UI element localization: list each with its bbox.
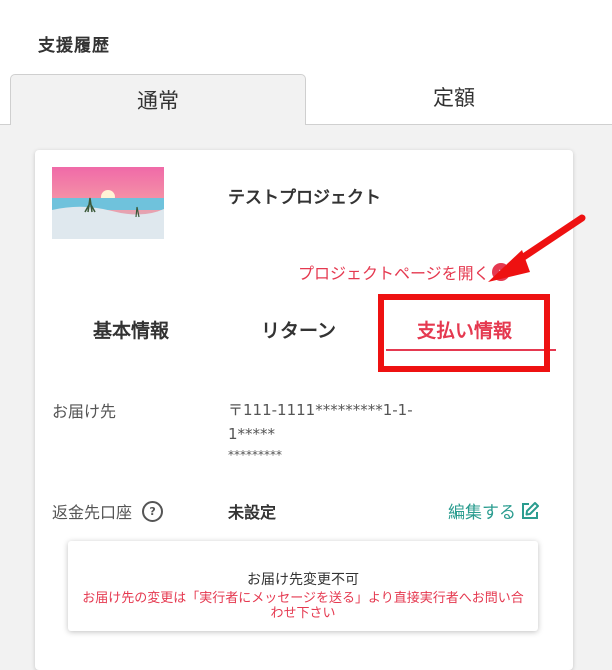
tab-normal[interactable]: 通常 [10,74,306,125]
annotation-arrow-icon [488,214,586,282]
tab-fixed-amount[interactable]: 定額 [306,70,602,124]
project-title: テストプロジェクト [228,188,381,208]
edit-refund-account-link[interactable]: 編集する [448,498,540,523]
notice-body: お届け先の変更は「実行者にメッセージを送る」より直接実行者へお問い合わせ下さい [82,591,524,621]
highlight-box [378,294,550,372]
help-icon[interactable]: ? [142,500,164,522]
subtab-basic-info[interactable]: 基本情報 [93,316,169,343]
address-line-2: 1***** [228,425,276,443]
address-line-1: 〒111-1111*********1-1- [228,401,413,419]
tab-bar: 通常 定額 [0,70,612,125]
address-value: 〒111-1111*********1-1- 1***** ********* [228,398,468,464]
edit-label: 編集する [448,503,516,523]
edit-icon [522,501,539,519]
refund-account-label: 返金先口座 [52,503,133,522]
open-project-page-label: プロジェクトページを開く [298,264,490,283]
subtab-return[interactable]: リターン [261,316,336,343]
page-title: 支援履歴 [38,36,110,56]
project-thumbnail[interactable] [52,167,164,239]
header-bar: 支援履歴 [0,0,612,70]
notice-title: お届け先変更不可 [247,572,359,588]
refund-account-value: 未設定 [228,503,277,522]
address-label: お届け先 [52,402,117,421]
address-change-notice: お届け先変更不可 お届け先の変更は「実行者にメッセージを送る」より直接実行者へお… [68,541,538,631]
refund-account-label-row: 返金先口座 ? [52,499,164,523]
address-line-3: ********* [228,448,282,462]
